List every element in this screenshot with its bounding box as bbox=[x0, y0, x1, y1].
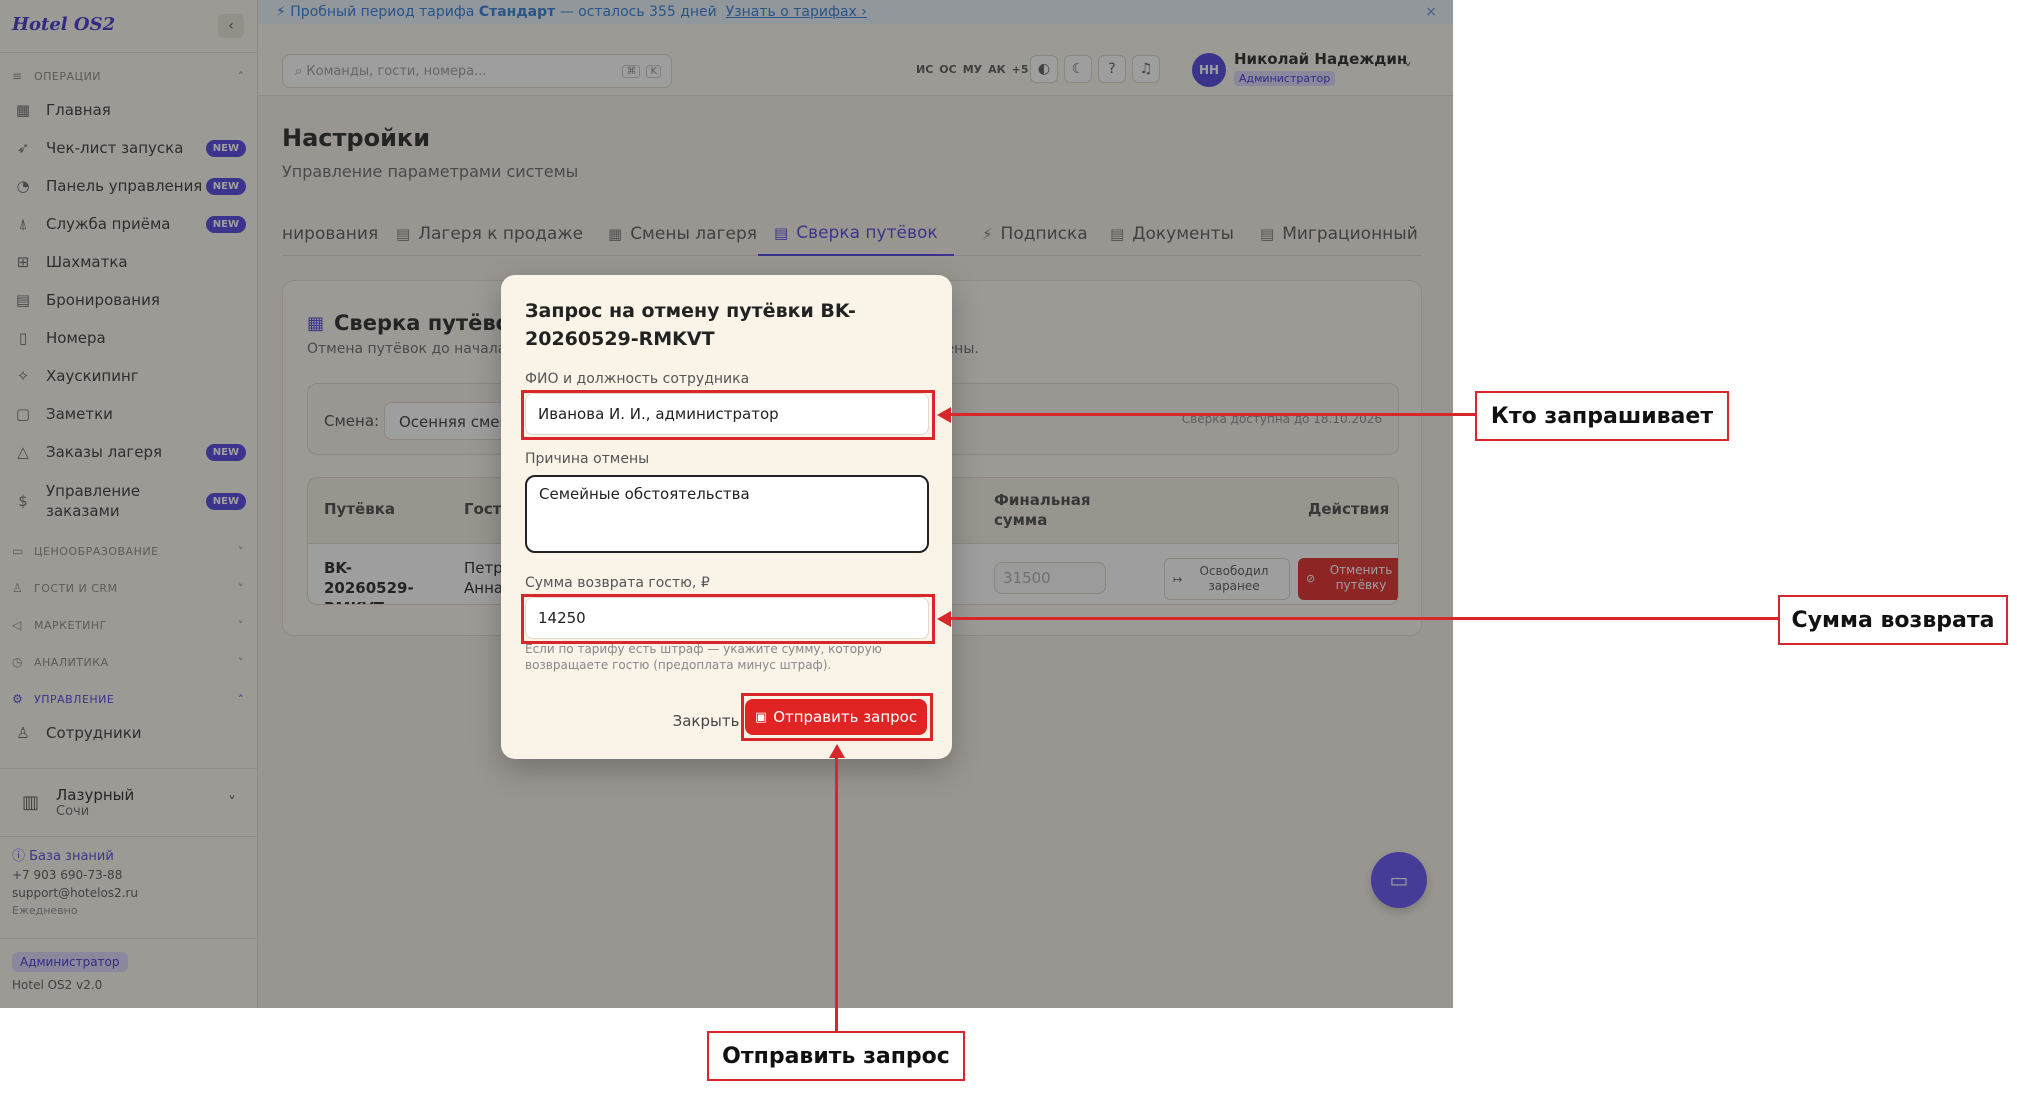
arrow-up-icon bbox=[829, 744, 845, 758]
close-button[interactable]: Закрыть bbox=[661, 705, 751, 737]
highlight-employee-field bbox=[521, 390, 935, 440]
annotation-line bbox=[835, 757, 838, 1031]
arrow-left-icon bbox=[937, 407, 951, 423]
app-window: Hotel OS2 ‹ ≡ ОПЕРАЦИИ ˄ ▦ Главная ➶ Чек… bbox=[0, 0, 1453, 1008]
annotation-refund: Сумма возврата bbox=[1778, 595, 2008, 645]
reason-textarea[interactable]: Семейные обстоятельства bbox=[525, 475, 929, 553]
refund-hint: Если по тарифу есть штраф — укажите сумм… bbox=[525, 642, 882, 672]
annotation-line bbox=[950, 413, 1475, 416]
annotation-who: Кто запрашивает bbox=[1475, 391, 1729, 441]
annotation-line bbox=[950, 617, 1778, 620]
highlight-refund-field bbox=[521, 594, 935, 644]
reason-label: Причина отмены bbox=[525, 451, 650, 467]
arrow-left-icon bbox=[937, 611, 951, 627]
cancel-request-dialog: Запрос на отмену путёвки BK-20260529-RMK… bbox=[501, 275, 952, 759]
highlight-submit-button bbox=[741, 693, 933, 741]
employee-label: ФИО и должность сотрудника bbox=[525, 371, 750, 387]
annotation-submit: Отправить запрос bbox=[707, 1031, 965, 1081]
dialog-title: Запрос на отмену путёвки BK-20260529-RMK… bbox=[525, 300, 856, 350]
refund-label: Сумма возврата гостю, ₽ bbox=[525, 575, 710, 591]
